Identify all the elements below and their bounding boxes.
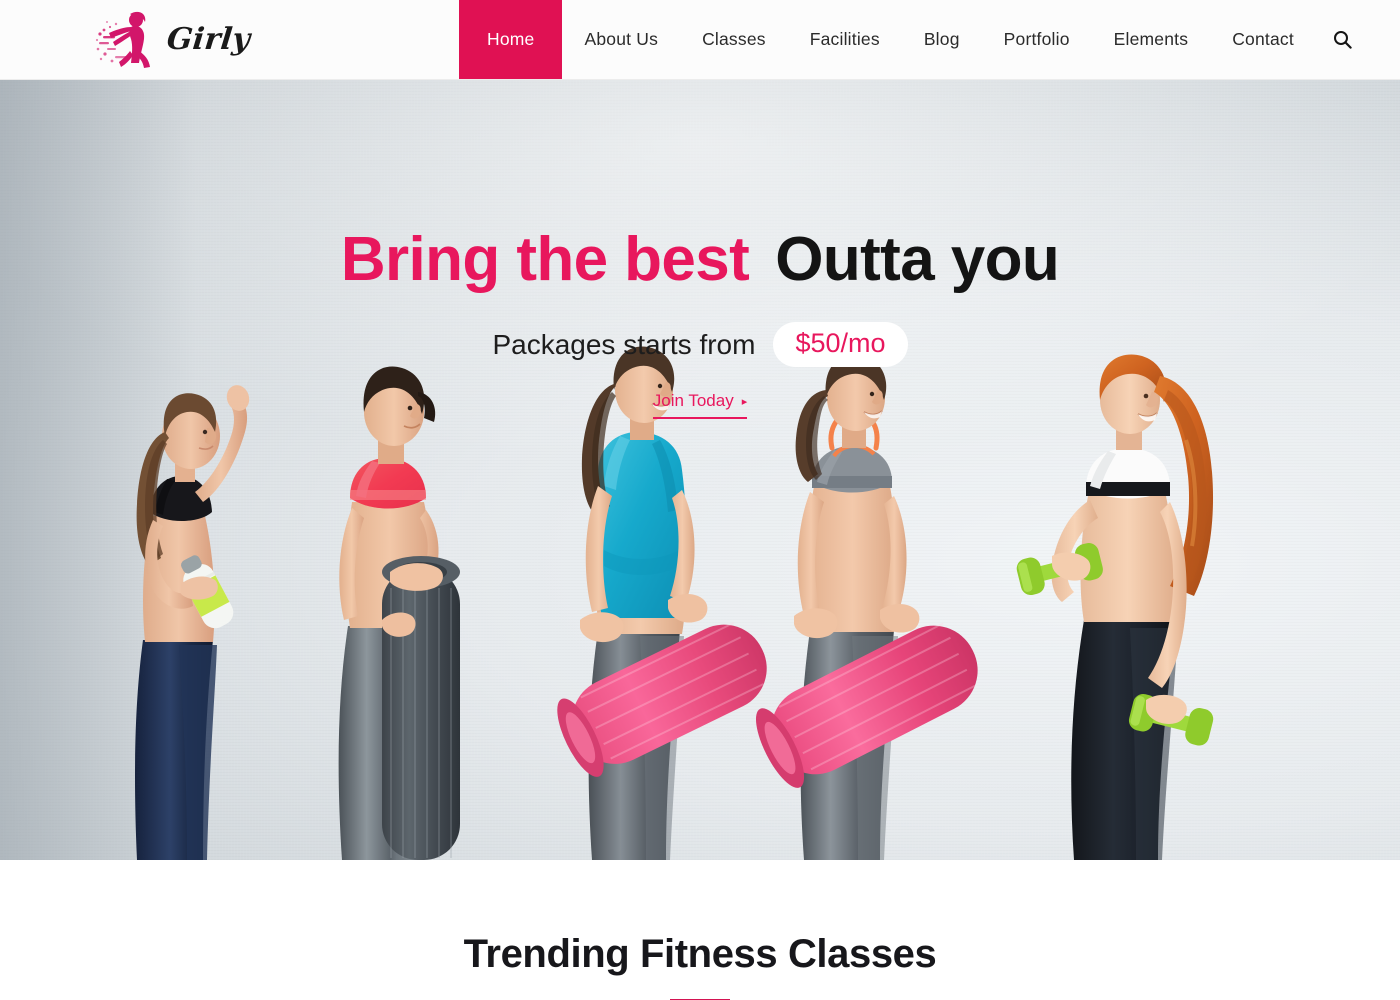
hero-subtitle-text: Packages starts from: [492, 328, 756, 360]
trending-classes-section: Trending Fitness Classes: [0, 860, 1400, 1000]
hero-title-accent: Bring the best: [340, 225, 750, 294]
main-navigation: Home About Us Classes Facilities Blog Po…: [459, 0, 1400, 79]
nav-item-about-us[interactable]: About Us: [562, 0, 680, 79]
brand-logo[interactable]: Girly: [0, 0, 459, 79]
join-today-button[interactable]: Join Today ▸: [652, 391, 748, 420]
caret-right-icon: ▸: [741, 395, 748, 408]
nav-item-elements[interactable]: Elements: [1092, 0, 1211, 79]
hero-section: Bring the best Outta you Packages starts …: [0, 80, 1400, 860]
hero-subtitle-row: Packages starts from $50/mo: [0, 322, 1400, 368]
nav-item-portfolio[interactable]: Portfolio: [982, 0, 1092, 79]
nav-item-facilities[interactable]: Facilities: [788, 0, 902, 79]
running-woman-silhouette-icon: [95, 11, 150, 68]
join-today-label: Join Today: [652, 391, 734, 411]
nav-item-home[interactable]: Home: [459, 0, 563, 79]
nav-item-contact[interactable]: Contact: [1210, 0, 1316, 79]
nav-item-blog[interactable]: Blog: [902, 0, 982, 79]
hero-title-dark: Outta you: [775, 225, 1060, 294]
section-title: Trending Fitness Classes: [463, 932, 937, 976]
price-badge: $50/mo: [773, 322, 908, 368]
search-button[interactable]: [1316, 0, 1370, 79]
hero-content: Bring the best Outta you Packages starts …: [0, 80, 1400, 420]
nav-item-classes[interactable]: Classes: [680, 0, 788, 79]
search-icon: [1334, 31, 1353, 49]
hero-title: Bring the best Outta you: [0, 225, 1400, 294]
site-header: Girly Home About Us Classes Facilities B…: [0, 0, 1400, 80]
brand-name: Girly: [165, 22, 252, 57]
hero-cta-wrap: Join Today ▸: [0, 367, 1400, 420]
